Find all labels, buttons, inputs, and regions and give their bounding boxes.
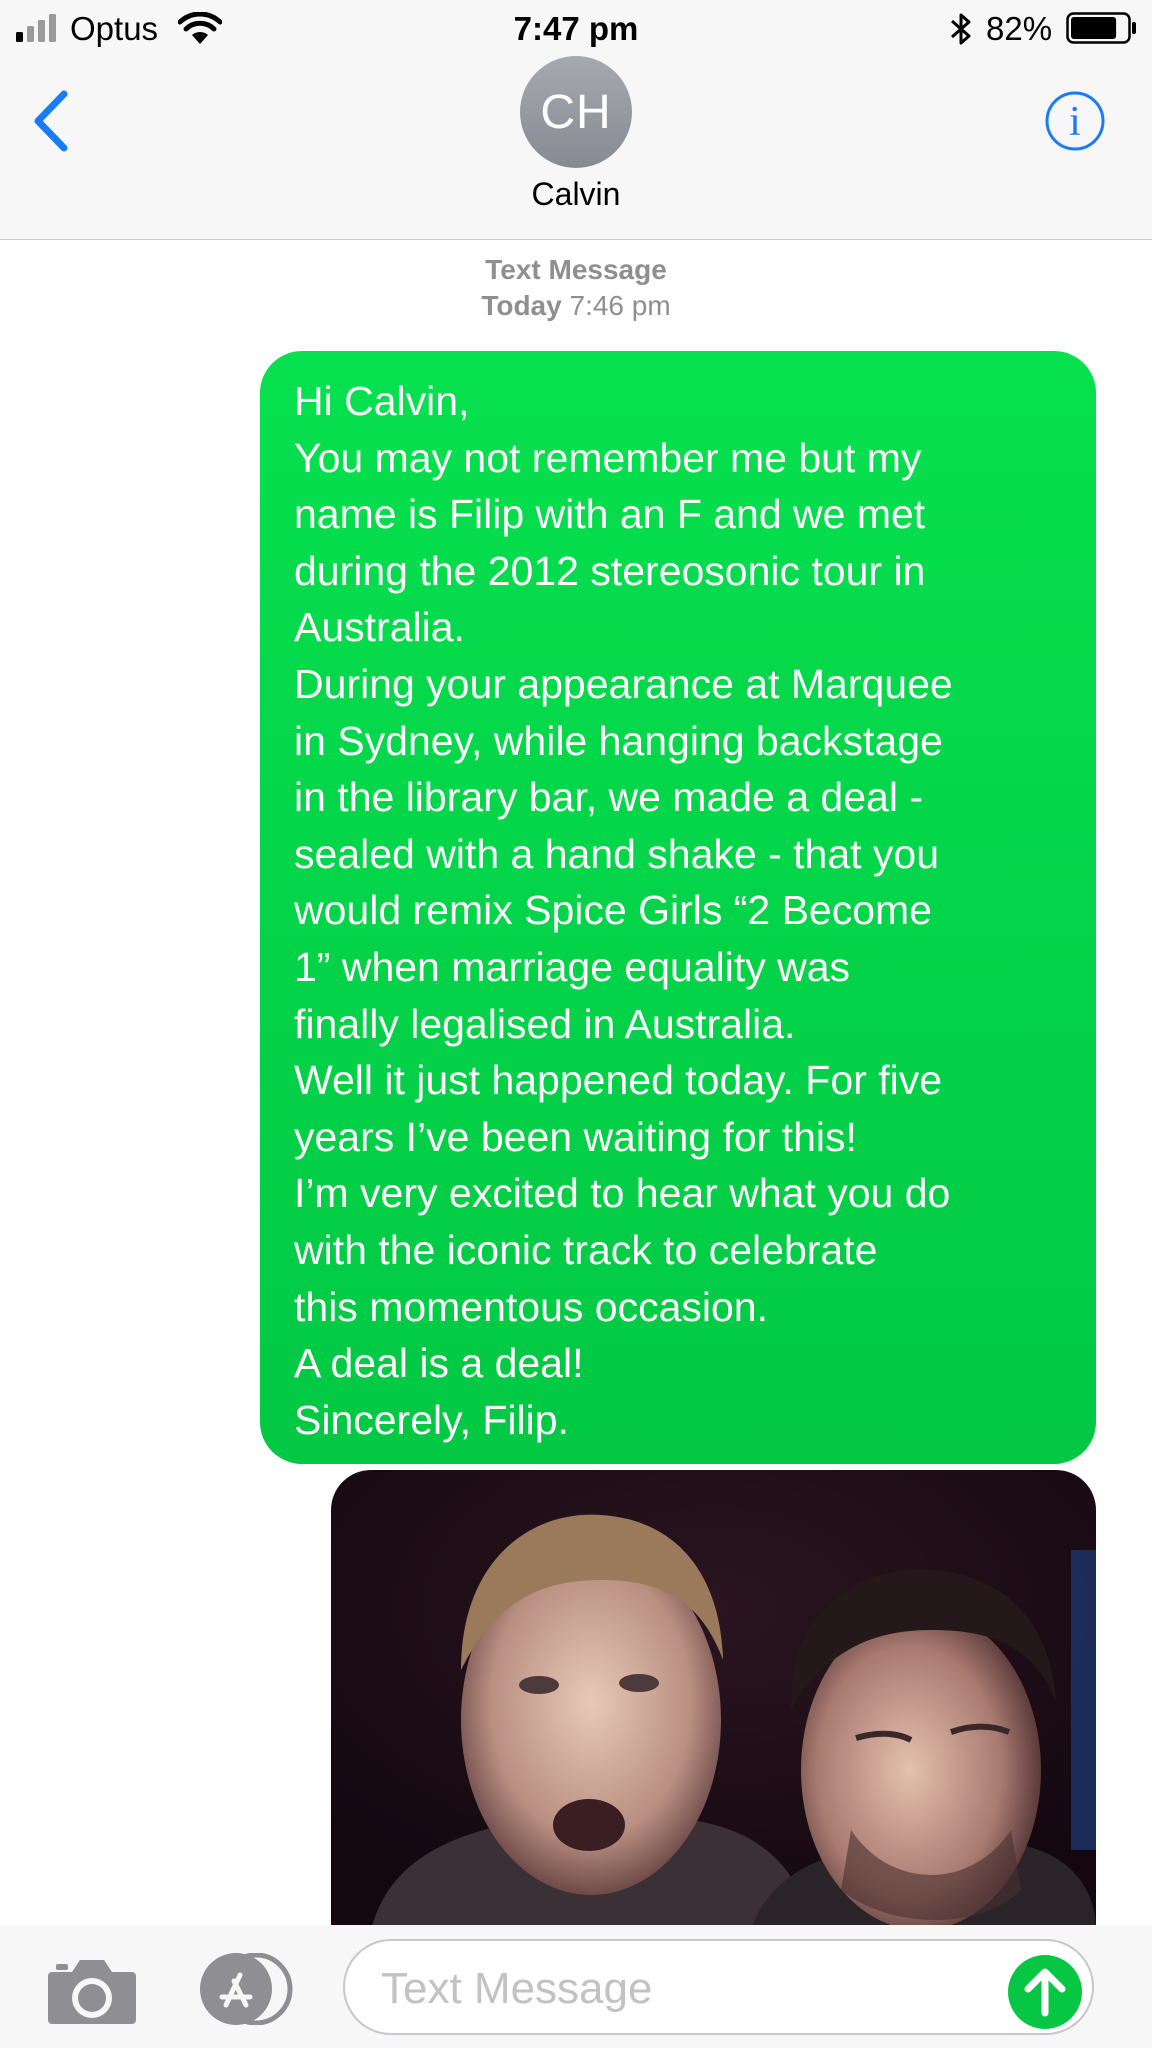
send-button[interactable] — [1008, 1955, 1082, 2029]
message-line: sealed with a hand shake - that you — [294, 830, 940, 877]
status-bar: Optus 7:47 pm 82% — [0, 0, 1152, 58]
message-line: finally legalised in Australia. — [294, 1000, 796, 1047]
avatar[interactable]: CH — [520, 56, 632, 168]
chevron-left-icon — [34, 90, 68, 152]
message-line: Australia. — [294, 604, 465, 651]
battery-icon — [1066, 12, 1136, 44]
message-text: Hi Calvin, You may not remember me but my… — [294, 373, 1070, 1448]
message-line: in the library bar, we made a deal - — [294, 774, 923, 821]
message-input-field[interactable] — [343, 1939, 1094, 2035]
message-line: years I’ve been waiting for this! — [294, 1113, 857, 1160]
message-line: during the 2012 stereosonic tour in — [294, 547, 926, 594]
day-label: Today — [481, 290, 562, 321]
message-line: During your appearance at Marquee — [294, 660, 953, 707]
message-line: this momentous occasion. — [294, 1283, 769, 1330]
message-input[interactable] — [379, 1959, 983, 2019]
time-label: 7:46 pm — [569, 290, 671, 321]
camera-icon — [48, 1960, 136, 2024]
contact-name[interactable]: Calvin — [0, 174, 1152, 214]
message-line: name is Filip with an F and we met — [294, 491, 926, 538]
message-line: Sincerely, Filip. — [294, 1396, 569, 1443]
message-line: 1” when marriage equality was — [294, 943, 851, 990]
message-line: would remix Spice Girls “2 Become — [294, 887, 932, 934]
svg-text:i: i — [1069, 99, 1081, 145]
info-button[interactable]: i — [1044, 90, 1106, 152]
photo-image — [331, 1470, 1096, 1930]
app-store-icon — [200, 1952, 293, 2026]
info-icon: i — [1045, 91, 1105, 151]
battery-percentage: 82% — [986, 10, 1053, 47]
message-time: Today 7:46 pm — [0, 288, 1152, 324]
camera-button[interactable] — [46, 1956, 138, 2026]
message-line: I’m very excited to hear what you do — [294, 1170, 951, 1217]
clock: 7:47 pm — [513, 10, 639, 47]
send-arrow-icon — [1024, 1968, 1066, 2017]
sent-message-bubble[interactable]: Hi Calvin, You may not remember me but my… — [260, 351, 1096, 1464]
message-line: You may not remember me but my — [294, 434, 922, 481]
bluetooth-icon — [951, 13, 971, 45]
composer-bar — [0, 1925, 1152, 2048]
photo-attachment[interactable] — [331, 1470, 1096, 1930]
message-line: Well it just happened today. For five — [294, 1057, 942, 1104]
message-line: with the iconic track to celebrate — [294, 1226, 878, 1273]
service-label: Text Message — [485, 254, 667, 285]
message-line: in Sydney, while hanging backstage — [294, 717, 943, 764]
back-button[interactable] — [28, 88, 74, 154]
app-store-button[interactable] — [196, 1952, 294, 2026]
message-timestamp: Text Message Today 7:46 pm — [0, 252, 1152, 324]
message-line: A deal is a deal! — [294, 1340, 584, 1387]
message-line: Hi Calvin, — [294, 378, 470, 424]
